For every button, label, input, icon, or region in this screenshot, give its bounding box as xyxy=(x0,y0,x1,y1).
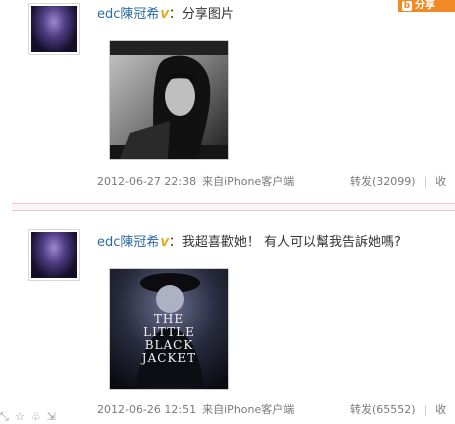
post-header: edc陳冠希V：我超喜歡她！ 有人可以幫我告訴她嗎? xyxy=(97,231,401,250)
portrait-photo xyxy=(110,41,228,159)
book-title: THE LITTLE BLACK JACKET xyxy=(141,312,197,365)
username-link[interactable]: edc陳冠希 xyxy=(97,235,159,250)
post-actions: 转发(65552) | 收 xyxy=(350,401,446,417)
post-divider xyxy=(12,203,455,211)
thumb-icon[interactable]: ♧ xyxy=(31,410,41,423)
source-link[interactable]: 来自iPhone客户端 xyxy=(202,175,294,188)
post-header: edc陳冠希V：分享图片 xyxy=(97,3,234,22)
username-link[interactable]: edc陳冠希 xyxy=(97,7,159,22)
share-tag-icon: b xyxy=(402,1,412,11)
timestamp-link[interactable]: 2012-06-27 22:38 xyxy=(97,175,196,188)
repost-button[interactable]: 转发(65552) xyxy=(350,403,416,416)
share-icon[interactable]: ⇲ xyxy=(47,410,56,423)
share-button[interactable]: b 分享 xyxy=(398,0,455,12)
action-separator: | xyxy=(423,403,428,416)
post-text: ：我超喜歡她！ 有人可以幫我告訴她嗎? xyxy=(168,235,401,250)
avatar[interactable] xyxy=(28,229,80,281)
repost-button[interactable]: 转发(32099) xyxy=(350,175,416,188)
avatar[interactable] xyxy=(28,3,80,55)
expand-icon[interactable]: ⤡ xyxy=(0,410,9,423)
star-icon[interactable]: ☆ xyxy=(15,410,25,423)
post-actions: 转发(32099) | 收 xyxy=(350,173,446,189)
share-tag-label: 分享 xyxy=(415,0,435,11)
post-meta: 2012-06-27 22:38 来自iPhone客户端 xyxy=(97,173,294,189)
favorite-button[interactable]: 收 xyxy=(435,403,446,416)
verified-badge-icon: V xyxy=(160,8,169,21)
post-image[interactable]: THE LITTLE BLACK JACKET xyxy=(109,268,229,390)
source-link[interactable]: 来自iPhone客户端 xyxy=(202,403,294,416)
bottom-toolbar: ⤡ ☆ ♧ ⇲ xyxy=(0,410,120,424)
post-meta: 2012-06-26 12:51 来自iPhone客户端 xyxy=(97,401,294,417)
verified-badge-icon: V xyxy=(160,236,169,249)
action-separator: | xyxy=(423,175,428,188)
post-text: ：分享图片 xyxy=(168,7,234,22)
post-image[interactable] xyxy=(109,40,229,160)
favorite-button[interactable]: 收 xyxy=(435,175,446,188)
